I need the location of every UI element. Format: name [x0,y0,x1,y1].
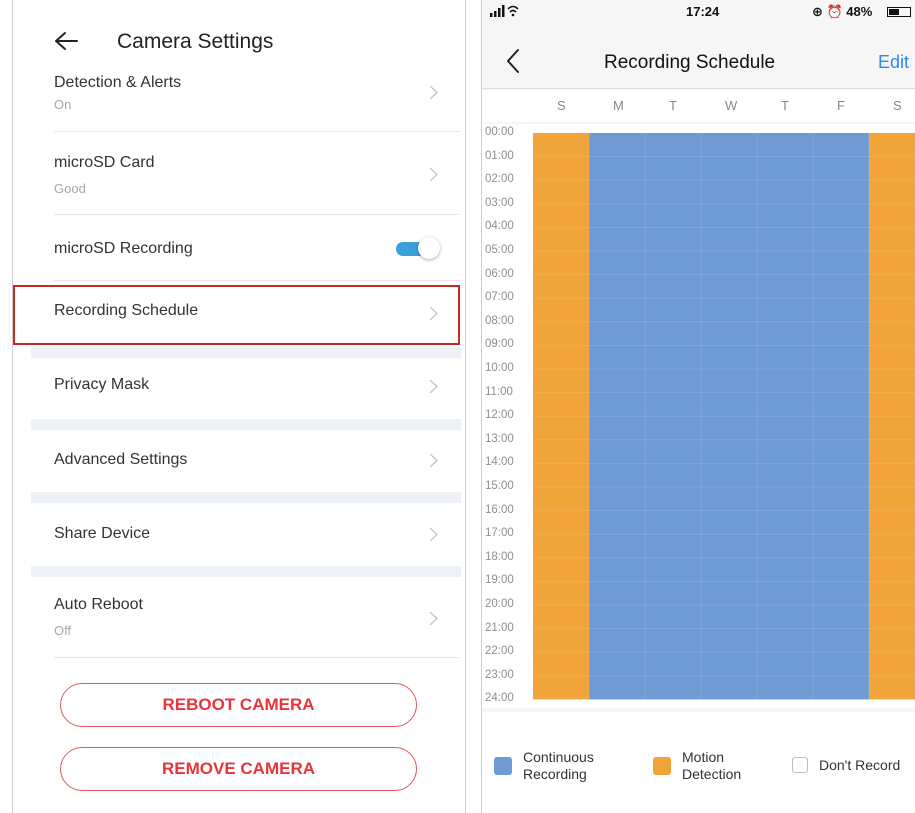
reboot-camera-button[interactable]: REBOOT CAMERA [60,683,417,727]
hour-label: 03:00 [485,196,514,209]
setting-value: Good [54,181,86,196]
dont-record-checkbox [792,757,808,773]
setting-label: microSD Card [54,154,155,171]
hour-label: 05:00 [485,244,514,256]
divider [54,214,460,215]
hour-label: 16:00 [485,503,514,516]
setting-label: Auto Reboot [54,596,143,613]
battery-level [889,9,899,15]
camera-settings-panel: Camera Settings Detection & Alerts On mi… [12,0,466,813]
setting-microsd-recording: microSD Recording [54,230,440,270]
page-title: Camera Settings [117,30,274,53]
recording-schedule-panel: 17:24 ⊕ ⏰ 48% Recording Schedule Edit S M… [481,0,915,813]
hour-label: 13:00 [485,432,514,445]
setting-advanced-settings[interactable]: Advanced Settings [54,442,438,482]
weekday-label: T [781,98,789,113]
section-separator [31,419,461,430]
continuous-recording-swatch [494,757,512,775]
nav-bar: Recording Schedule Edit [482,24,915,89]
setting-label: microSD Recording [54,240,193,257]
setting-value: Off [54,623,72,638]
chevron-right-icon [429,379,438,394]
legend-motion-line1: Motion [682,749,725,765]
microsd-recording-toggle[interactable] [396,236,441,260]
hour-label: 19:00 [485,574,514,587]
weekday-header: SMTWTFS [482,90,915,122]
hour-label: 18:00 [485,550,514,563]
hour-label: 22:00 [485,645,514,658]
chevron-right-icon [429,453,438,468]
hour-label: 02:00 [485,173,514,186]
legend-continuous: Continuous Recording [523,749,594,783]
back-arrow-icon[interactable] [53,30,79,52]
hour-label: 04:00 [485,220,514,233]
setting-label: Share Device [54,525,151,542]
setting-label: Privacy Mask [54,376,150,393]
divider [54,657,460,658]
weekday-label: M [613,98,624,113]
setting-auto-reboot[interactable]: Auto Reboot Off [54,590,438,650]
weekday-label: W [725,98,738,113]
camera-settings-header: Camera Settings [13,0,465,75]
signal-wifi-icon [490,5,519,17]
status-indicators: ⊕ ⏰ 48% [812,4,873,19]
battery-icon [887,7,911,17]
section-separator [31,566,461,577]
legend: Continuous Recording Motion Detection Do… [482,712,915,813]
hour-label: 24:00 [485,692,514,705]
chevron-right-icon [429,167,438,182]
legend-dont-record: Don't Record [819,757,901,773]
schedule-grid-canvas [533,133,915,700]
hour-label: 14:00 [485,456,514,469]
status-time: 17:24 [686,4,720,19]
legend-motion: Motion Detection [682,749,741,783]
setting-label: Detection & Alerts [54,74,182,91]
toggle-knob [418,237,440,259]
weekday-label: F [837,98,845,113]
hour-label: 17:00 [485,527,514,540]
hour-label: 00:00 [485,126,514,138]
hour-label: 12:00 [485,409,514,422]
hour-label: 20:00 [485,598,514,610]
weekday-label: S [557,98,566,113]
hour-label: 21:00 [485,621,514,634]
setting-value: On [54,97,72,112]
section-separator [31,492,461,503]
setting-detection-alerts[interactable]: Detection & Alerts On [54,70,438,130]
divider [54,131,460,132]
setting-label: Advanced Settings [54,451,188,468]
hour-label: 09:00 [485,338,514,351]
hour-label: 23:00 [485,668,514,681]
legend-motion-line2: Detection [682,766,742,782]
remove-camera-button[interactable]: REMOVE CAMERA [60,747,417,791]
schedule-grid[interactable]: 00:00 01:00 02:00 03:00 04:00 05:00 06:00 07:00… [482,124,915,708]
motion-detection-swatch [653,757,671,775]
setting-share-device[interactable]: Share Device [54,515,438,555]
weekday-label: S [893,98,902,113]
nav-title: Recording Schedule [604,52,776,73]
legend-continuous-line1: Continuous [523,749,594,765]
highlight-box [13,285,460,345]
setting-microsd-card[interactable]: microSD Card Good [54,150,438,210]
divider [54,280,460,281]
chevron-right-icon [429,527,438,542]
hour-label: 06:00 [485,267,514,280]
status-bar: 17:24 ⊕ ⏰ 48% [482,0,915,22]
legend-continuous-line2: Recording [523,766,587,782]
chevron-right-icon [429,85,438,100]
hour-label: 15:00 [485,480,514,492]
hour-label: 07:00 [485,291,514,304]
section-separator [31,347,461,358]
hour-label: 08:00 [485,314,514,327]
weekday-label: T [669,98,677,113]
edit-button[interactable]: Edit [878,52,909,73]
chevron-right-icon [429,611,438,626]
setting-privacy-mask[interactable]: Privacy Mask [54,368,438,408]
hour-label: 01:00 [485,149,514,162]
back-chevron-icon[interactable] [506,48,520,74]
hour-label: 11:00 [485,385,513,398]
hour-label: 10:00 [485,362,514,374]
